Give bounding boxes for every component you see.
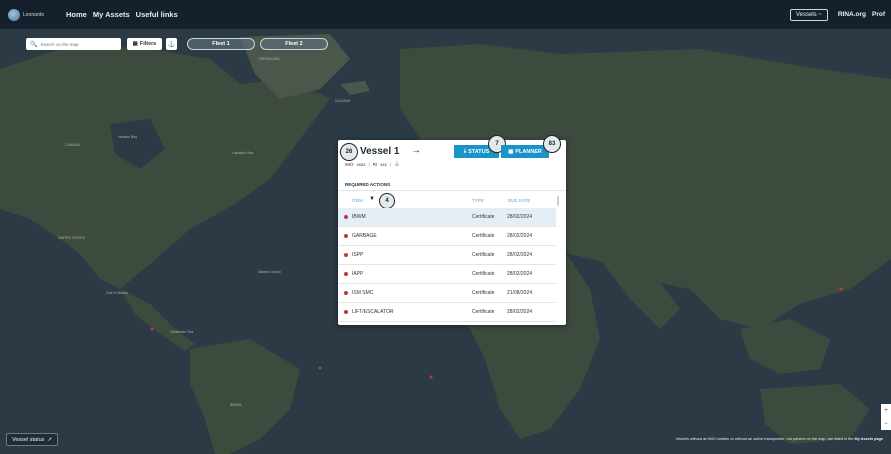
filters-label: Filters: [139, 41, 157, 47]
row-type: Certificate: [472, 309, 495, 315]
vessel-name[interactable]: Vessel 1: [360, 146, 399, 157]
row-type: Certificate: [472, 271, 495, 277]
external-link-icon: ↗: [47, 436, 53, 443]
search-input[interactable]: [40, 41, 121, 47]
map-search[interactable]: 🔍: [26, 38, 121, 50]
nav-my-assets[interactable]: My Assets: [93, 10, 130, 19]
map-disclaimer: Vessels without an IMO number or without…: [676, 437, 883, 441]
map-label-brazil: BRAZIL: [230, 403, 243, 407]
logo[interactable]: Leonardo: [8, 8, 60, 21]
zoom-controls: + −: [881, 404, 891, 430]
annotation-badge-83: 83: [543, 135, 561, 153]
vessel-identifiers: IMO xxxx | RI xxx | ⚓: [345, 161, 400, 167]
table-row[interactable]: IAPP Certificate 28/02/2024: [338, 265, 556, 284]
nav-useful-links[interactable]: Useful links: [136, 10, 178, 19]
map-label-united-states: UNITED STATES: [58, 236, 86, 240]
status-label: STATUS: [468, 148, 490, 155]
my-assets-link[interactable]: My Assets page: [854, 437, 883, 441]
search-icon: 🔍: [30, 41, 38, 48]
row-due-date: 28/02/2024: [507, 252, 533, 258]
map-label-canada: CANADA: [65, 143, 80, 147]
column-header-item[interactable]: ITEM: [352, 198, 363, 203]
fleet-ship-button[interactable]: ⚓: [166, 38, 177, 50]
row-item: ISM SMC: [352, 290, 374, 296]
row-item: ISPP: [352, 252, 364, 258]
logo-icon: [8, 8, 20, 21]
status-dot: [344, 310, 348, 314]
status-dot: [344, 253, 348, 257]
row-due-date: 28/02/2024: [507, 309, 533, 315]
annotation-badge-4: 4: [379, 193, 395, 209]
ri-label: RI: [372, 161, 378, 167]
vessels-dropdown[interactable]: Vessels ~: [789, 8, 828, 21]
planner-label: PLANNER: [515, 148, 542, 155]
map-label-caribbean-sea: Caribbean Sea: [170, 330, 194, 334]
table-row[interactable]: ISM SMC Certificate 21/08/2024: [338, 284, 556, 303]
logo-text: Leonardo: [23, 11, 45, 18]
map-label-hudson-bay: Hudson Bay: [118, 135, 138, 139]
row-due-date: 28/02/2024: [507, 233, 533, 239]
arrow-right-icon[interactable]: →: [411, 145, 421, 156]
fleet-1-button[interactable]: Fleet 1: [187, 38, 255, 50]
rina-link[interactable]: RINA.org: [838, 11, 866, 18]
id-separator: |: [389, 161, 392, 167]
table-row[interactable]: ISPP Certificate 28/02/2024: [338, 246, 556, 265]
row-due-date: 28/02/2024: [507, 271, 533, 277]
status-dot: [344, 291, 348, 295]
planner-button[interactable]: ▦ PLANNER: [501, 145, 549, 158]
download-icon: ⤓: [463, 148, 467, 154]
disclaimer-text: Vessels without an IMO number or without…: [675, 437, 854, 441]
table-scrollbar[interactable]: [557, 196, 559, 206]
sort-down-icon[interactable]: ▼: [369, 196, 375, 202]
row-due-date: 28/02/2024: [507, 214, 533, 220]
required-actions-table: IBWM Certificate 28/02/2024 GARBAGE Cert…: [338, 208, 556, 322]
top-navigation-bar: Leonardo Home My Assets Useful links Ves…: [0, 0, 891, 29]
table-row[interactable]: GARBAGE Certificate 28/02/2024: [338, 227, 556, 246]
filter-icon: ▦: [132, 41, 138, 47]
vessel-status-label: Vessel status: [12, 436, 45, 443]
imo-label: IMO: [345, 161, 354, 167]
row-item: LIFT/ESCALATOR: [352, 309, 394, 315]
row-type: Certificate: [472, 233, 495, 239]
status-dot: [344, 234, 348, 238]
row-item: IBWM: [352, 214, 366, 220]
tab-divider: [338, 190, 566, 191]
row-item: GARBAGE: [352, 233, 377, 239]
fleet-2-button[interactable]: Fleet 2: [260, 38, 328, 50]
filters-button[interactable]: ▦ Filters: [127, 38, 162, 50]
row-type: Certificate: [472, 252, 495, 258]
table-row[interactable]: IBWM Certificate 28/02/2024: [338, 208, 556, 227]
ship-icon: ⚓: [167, 41, 176, 48]
row-type: Certificate: [472, 290, 495, 296]
annotation-badge-26: 26: [340, 143, 358, 161]
ri-value: xxx: [380, 161, 387, 167]
status-dot: [344, 215, 348, 219]
row-due-date: 21/08/2024: [507, 290, 533, 296]
map-label-gulf-of-mexico: Gulf of Mexico: [106, 291, 129, 295]
map-label-labrador-sea: Labrador Sea: [232, 151, 254, 155]
row-type: Certificate: [472, 214, 495, 220]
column-header-type[interactable]: TYPE: [472, 198, 484, 203]
column-header-due-date[interactable]: DUE DATE: [508, 198, 530, 203]
ship-icon: ⚓: [394, 161, 400, 166]
status-dot: [344, 272, 348, 276]
profile-link[interactable]: Prof: [872, 11, 885, 18]
id-separator: |: [368, 161, 370, 167]
map-label-greenland: GREENLAND: [258, 57, 280, 61]
row-item: IAPP: [352, 271, 364, 277]
vessel-popup: 26 Vessel 1 → ⤓ STATUS 7 ▦ PLANNER 83 IM…: [338, 135, 566, 325]
map-label-atlantic-ocean: Atlantic Ocean: [258, 270, 281, 274]
top-right-actions: Vessels ~ RINA.org Prof: [789, 0, 891, 29]
vessel-status-button[interactable]: Vessel status ↗: [6, 433, 59, 446]
table-row[interactable]: LIFT/ESCALATOR Certificate 28/02/2024: [338, 303, 556, 322]
imo-value: xxxx: [356, 161, 366, 167]
map-label-iceland: ICELAND: [335, 99, 351, 103]
zoom-in-icon[interactable]: +: [884, 408, 888, 414]
nav-home[interactable]: Home: [66, 10, 87, 19]
calendar-icon: ▦: [508, 148, 514, 155]
zoom-out-icon[interactable]: −: [884, 421, 888, 427]
